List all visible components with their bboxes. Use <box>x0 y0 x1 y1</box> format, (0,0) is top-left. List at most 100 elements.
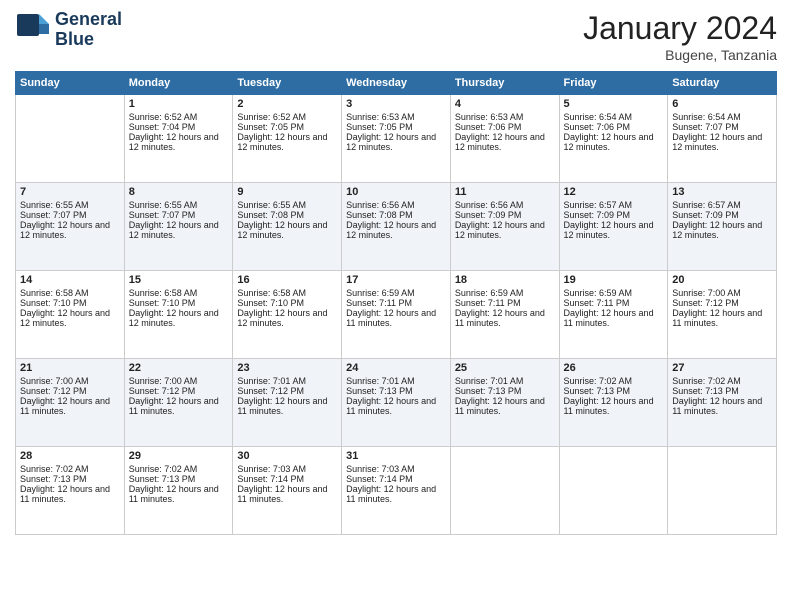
sunset-text: Sunset: 7:13 PM <box>20 474 87 484</box>
day-cell <box>450 447 559 535</box>
day-number: 22 <box>129 362 229 374</box>
sunrise-text: Sunrise: 6:57 AM <box>672 200 741 210</box>
sunset-text: Sunset: 7:08 PM <box>346 210 413 220</box>
daylight-text: Daylight: 12 hours and 12 minutes. <box>237 308 327 328</box>
sunrise-text: Sunrise: 6:52 AM <box>237 112 306 122</box>
sunset-text: Sunset: 7:07 PM <box>129 210 196 220</box>
day-cell: 5 Sunrise: 6:54 AM Sunset: 7:06 PM Dayli… <box>559 95 668 183</box>
day-number: 7 <box>20 186 120 198</box>
sunset-text: Sunset: 7:08 PM <box>237 210 304 220</box>
day-cell: 26 Sunrise: 7:02 AM Sunset: 7:13 PM Dayl… <box>559 359 668 447</box>
sunset-text: Sunset: 7:11 PM <box>455 298 521 308</box>
daylight-text: Daylight: 12 hours and 11 minutes. <box>564 396 654 416</box>
day-cell: 15 Sunrise: 6:58 AM Sunset: 7:10 PM Dayl… <box>124 271 233 359</box>
header: General Blue January 2024 Bugene, Tanzan… <box>15 10 777 63</box>
sunrise-text: Sunrise: 7:00 AM <box>672 288 741 298</box>
calendar-table: SundayMondayTuesdayWednesdayThursdayFrid… <box>15 71 777 535</box>
logo-icon <box>15 12 51 48</box>
day-cell <box>668 447 777 535</box>
sunset-text: Sunset: 7:14 PM <box>237 474 304 484</box>
day-number: 28 <box>20 450 120 462</box>
logo-text: General Blue <box>55 10 122 50</box>
sunset-text: Sunset: 7:13 PM <box>455 386 522 396</box>
sunrise-text: Sunrise: 7:02 AM <box>672 376 741 386</box>
day-number: 27 <box>672 362 772 374</box>
day-cell: 25 Sunrise: 7:01 AM Sunset: 7:13 PM Dayl… <box>450 359 559 447</box>
sunrise-text: Sunrise: 6:59 AM <box>564 288 633 298</box>
day-cell: 11 Sunrise: 6:56 AM Sunset: 7:09 PM Dayl… <box>450 183 559 271</box>
sunrise-text: Sunrise: 7:02 AM <box>564 376 633 386</box>
day-cell: 17 Sunrise: 6:59 AM Sunset: 7:11 PM Dayl… <box>342 271 451 359</box>
daylight-text: Daylight: 12 hours and 12 minutes. <box>672 220 762 240</box>
week-row-4: 21 Sunrise: 7:00 AM Sunset: 7:12 PM Dayl… <box>16 359 777 447</box>
day-number: 26 <box>564 362 664 374</box>
sunrise-text: Sunrise: 6:56 AM <box>346 200 415 210</box>
day-cell: 4 Sunrise: 6:53 AM Sunset: 7:06 PM Dayli… <box>450 95 559 183</box>
sunrise-text: Sunrise: 6:57 AM <box>564 200 633 210</box>
sunset-text: Sunset: 7:05 PM <box>237 122 304 132</box>
daylight-text: Daylight: 12 hours and 12 minutes. <box>564 132 654 152</box>
sunset-text: Sunset: 7:13 PM <box>346 386 413 396</box>
daylight-text: Daylight: 12 hours and 12 minutes. <box>346 132 436 152</box>
day-number: 24 <box>346 362 446 374</box>
sunset-text: Sunset: 7:13 PM <box>672 386 739 396</box>
sunset-text: Sunset: 7:13 PM <box>129 474 196 484</box>
sunset-text: Sunset: 7:11 PM <box>346 298 412 308</box>
day-number: 31 <box>346 450 446 462</box>
location: Bugene, Tanzania <box>583 47 777 63</box>
daylight-text: Daylight: 12 hours and 11 minutes. <box>346 484 436 504</box>
day-cell: 13 Sunrise: 6:57 AM Sunset: 7:09 PM Dayl… <box>668 183 777 271</box>
daylight-text: Daylight: 12 hours and 12 minutes. <box>346 220 436 240</box>
sunrise-text: Sunrise: 6:59 AM <box>455 288 524 298</box>
day-number: 11 <box>455 186 555 198</box>
day-cell: 28 Sunrise: 7:02 AM Sunset: 7:13 PM Dayl… <box>16 447 125 535</box>
header-row: SundayMondayTuesdayWednesdayThursdayFrid… <box>16 72 777 95</box>
sunrise-text: Sunrise: 6:55 AM <box>237 200 306 210</box>
daylight-text: Daylight: 12 hours and 11 minutes. <box>455 396 545 416</box>
day-number: 19 <box>564 274 664 286</box>
sunrise-text: Sunrise: 7:03 AM <box>237 464 306 474</box>
col-header-friday: Friday <box>559 72 668 95</box>
day-cell: 24 Sunrise: 7:01 AM Sunset: 7:13 PM Dayl… <box>342 359 451 447</box>
daylight-text: Daylight: 12 hours and 11 minutes. <box>346 308 436 328</box>
sunrise-text: Sunrise: 7:00 AM <box>20 376 89 386</box>
sunrise-text: Sunrise: 6:54 AM <box>672 112 741 122</box>
sunrise-text: Sunrise: 6:54 AM <box>564 112 633 122</box>
calendar-page: General Blue January 2024 Bugene, Tanzan… <box>0 0 792 612</box>
daylight-text: Daylight: 12 hours and 11 minutes. <box>672 308 762 328</box>
daylight-text: Daylight: 12 hours and 12 minutes. <box>129 308 219 328</box>
day-cell <box>559 447 668 535</box>
sunrise-text: Sunrise: 6:58 AM <box>20 288 89 298</box>
col-header-saturday: Saturday <box>668 72 777 95</box>
sunrise-text: Sunrise: 6:53 AM <box>346 112 415 122</box>
sunset-text: Sunset: 7:09 PM <box>672 210 739 220</box>
daylight-text: Daylight: 12 hours and 12 minutes. <box>237 132 327 152</box>
sunset-text: Sunset: 7:05 PM <box>346 122 413 132</box>
sunset-text: Sunset: 7:14 PM <box>346 474 413 484</box>
day-cell: 19 Sunrise: 6:59 AM Sunset: 7:11 PM Dayl… <box>559 271 668 359</box>
day-number: 20 <box>672 274 772 286</box>
week-row-2: 7 Sunrise: 6:55 AM Sunset: 7:07 PM Dayli… <box>16 183 777 271</box>
col-header-monday: Monday <box>124 72 233 95</box>
sunrise-text: Sunrise: 7:02 AM <box>129 464 198 474</box>
day-cell: 10 Sunrise: 6:56 AM Sunset: 7:08 PM Dayl… <box>342 183 451 271</box>
daylight-text: Daylight: 12 hours and 11 minutes. <box>20 396 110 416</box>
day-number: 13 <box>672 186 772 198</box>
sunset-text: Sunset: 7:13 PM <box>564 386 631 396</box>
sunrise-text: Sunrise: 6:58 AM <box>129 288 198 298</box>
day-number: 25 <box>455 362 555 374</box>
day-cell: 7 Sunrise: 6:55 AM Sunset: 7:07 PM Dayli… <box>16 183 125 271</box>
sunset-text: Sunset: 7:09 PM <box>455 210 522 220</box>
daylight-text: Daylight: 12 hours and 12 minutes. <box>129 220 219 240</box>
sunset-text: Sunset: 7:09 PM <box>564 210 631 220</box>
col-header-wednesday: Wednesday <box>342 72 451 95</box>
daylight-text: Daylight: 12 hours and 12 minutes. <box>455 220 545 240</box>
day-number: 2 <box>237 98 337 110</box>
sunrise-text: Sunrise: 6:58 AM <box>237 288 306 298</box>
week-row-1: 1 Sunrise: 6:52 AM Sunset: 7:04 PM Dayli… <box>16 95 777 183</box>
title-block: January 2024 Bugene, Tanzania <box>583 10 777 63</box>
daylight-text: Daylight: 12 hours and 12 minutes. <box>455 132 545 152</box>
day-number: 16 <box>237 274 337 286</box>
day-cell: 6 Sunrise: 6:54 AM Sunset: 7:07 PM Dayli… <box>668 95 777 183</box>
daylight-text: Daylight: 12 hours and 11 minutes. <box>129 484 219 504</box>
